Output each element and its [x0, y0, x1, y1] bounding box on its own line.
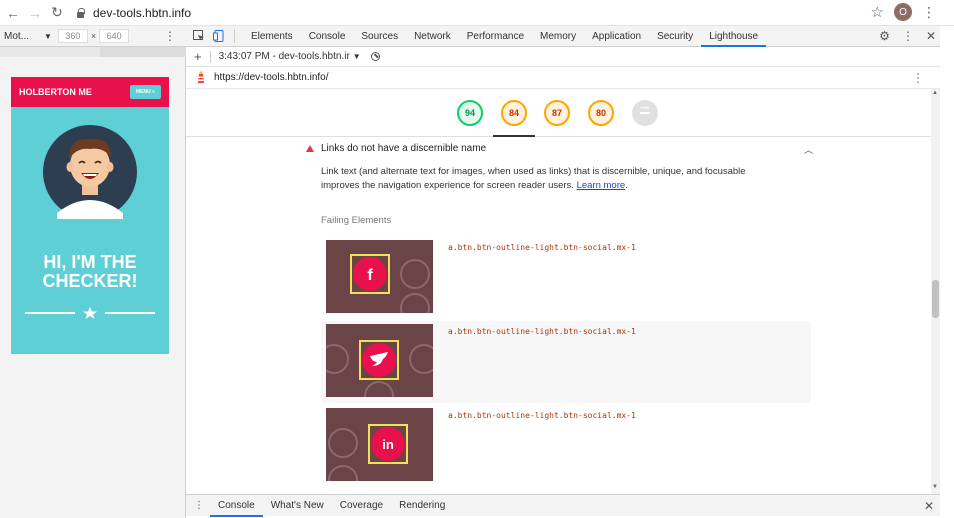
lighthouse-logo-icon [198, 71, 204, 83]
devtools-menu-icon[interactable]: ⋮ [902, 29, 914, 43]
forward-arrow-icon[interactable]: → [26, 4, 44, 22]
width-input[interactable]: 360 [57, 29, 88, 43]
report-caret-icon[interactable]: ▼ [353, 52, 361, 61]
tab-lighthouse[interactable]: Lighthouse [701, 26, 767, 47]
address-bar[interactable]: dev-tools.hbtn.info [76, 6, 191, 20]
device-more-icon[interactable]: ⋮ [164, 29, 176, 43]
hero-line-2: CHECKER! [42, 271, 138, 291]
element-screenshot: f [326, 240, 433, 313]
dimension-separator: × [90, 31, 97, 41]
drawer-tab-console[interactable]: Console [210, 495, 263, 517]
devtools-tab-bar: Elements Console Sources Network Perform… [186, 26, 940, 47]
clear-reports-icon[interactable] [370, 52, 380, 61]
reload-icon[interactable]: ↻ [48, 4, 66, 22]
fail-triangle-icon [306, 145, 314, 152]
score-gauge-performance[interactable]: 94 [457, 100, 483, 126]
scroll-down-icon[interactable]: ▼ [932, 484, 938, 490]
audit-title: Links do not have a discernible name [321, 143, 487, 154]
element-screenshot [326, 324, 433, 397]
score-gauge-seo[interactable]: 80 [588, 100, 614, 126]
tab-sources[interactable]: Sources [353, 26, 406, 47]
inspect-element-icon[interactable] [192, 29, 206, 43]
device-toolbar: Mot... ▼ 360 × 640 ⋮ [0, 26, 186, 47]
score-gauge-pwa[interactable]: PWA [632, 100, 658, 126]
lighthouse-url-bar: https://dev-tools.hbtn.info/ ⋮ [186, 67, 940, 89]
tab-network[interactable]: Network [406, 26, 459, 47]
browser-menu-icon[interactable]: ⋮ [922, 4, 936, 21]
address-text: dev-tools.hbtn.info [93, 5, 192, 20]
drawer-tab-whats-new[interactable]: What's New [263, 495, 332, 517]
emulated-page: HOLBERTON ME MENU ≡ HI, I'M THE CHECKER! [11, 77, 169, 354]
learn-more-link[interactable]: Learn more [577, 180, 626, 191]
height-input[interactable]: 640 [99, 29, 130, 43]
settings-gear-icon[interactable]: ⚙ [879, 29, 890, 43]
report-url[interactable]: https://dev-tools.hbtn.info/ [214, 72, 329, 83]
report-toolbar: + 3:43:07 PM - dev-tools.hbtn.ir ▼ [186, 47, 940, 67]
bookmark-star-icon[interactable]: ☆ [871, 3, 884, 21]
tab-separator [234, 29, 235, 43]
failing-element-row[interactable]: in a.btn.btn-outline-light.btn-social.mx… [321, 405, 811, 487]
audit-header[interactable]: Links do not have a discernible name [306, 143, 486, 154]
failing-selector: a.btn.btn-outline-light.btn-social.mx-1 [448, 411, 636, 420]
tab-performance[interactable]: Performance [459, 26, 532, 47]
drawer-tab-rendering[interactable]: Rendering [391, 495, 453, 517]
device-toggle-icon[interactable] [212, 29, 226, 43]
lock-icon [76, 7, 85, 18]
avatar-illustration [43, 125, 137, 219]
scroll-up-icon[interactable]: ▲ [932, 90, 938, 96]
tab-application[interactable]: Application [584, 26, 649, 47]
pwa-badge-icon: PWA [640, 105, 650, 114]
failing-elements-heading: Failing Elements [321, 215, 392, 226]
device-select[interactable]: Mot... [4, 31, 42, 42]
audit-description: Link text (and alternate text for images… [321, 166, 746, 191]
hero-line-1: HI, I'M THE [43, 252, 137, 272]
device-viewport: HOLBERTON ME MENU ≡ HI, I'M THE CHECKER! [0, 47, 186, 518]
element-screenshot: in [326, 408, 433, 481]
report-select[interactable]: 3:43:07 PM - dev-tools.hbtn.ir [219, 51, 350, 62]
tab-elements[interactable]: Elements [243, 26, 301, 47]
new-report-icon[interactable]: + [194, 49, 202, 64]
star-icon [83, 307, 97, 319]
failing-element-row[interactable]: a.btn.btn-outline-light.btn-social.mx-1 [321, 321, 811, 403]
site-menu-button[interactable]: MENU ≡ [129, 85, 161, 99]
hero-heading: HI, I'M THE CHECKER! [11, 253, 169, 291]
collapse-chevron-icon[interactable]: ︿ [804, 143, 813, 156]
tab-console[interactable]: Console [301, 26, 354, 47]
audit-details: Links do not have a discernible name ︿ L… [186, 137, 931, 494]
site-brand[interactable]: HOLBERTON ME [19, 87, 92, 97]
drawer-tab-coverage[interactable]: Coverage [332, 495, 391, 517]
device-caret-icon[interactable]: ▼ [44, 32, 52, 41]
media-query-bar[interactable] [0, 47, 186, 57]
failing-element-row[interactable]: f a.btn.btn-outline-light.btn-social.mx-… [321, 237, 811, 319]
devtools-drawer: ⋮ Console What's New Coverage Rendering … [186, 494, 940, 517]
failing-selector: a.btn.btn-outline-light.btn-social.mx-1 [448, 327, 636, 336]
close-drawer-icon[interactable]: ✕ [924, 499, 934, 513]
svg-text:in: in [382, 437, 394, 452]
tab-memory[interactable]: Memory [532, 26, 584, 47]
star-divider [25, 307, 155, 319]
svg-text:f: f [367, 267, 373, 284]
back-arrow-icon[interactable]: ← [4, 4, 22, 22]
audit-description-text: Link text (and alternate text for images… [321, 166, 746, 191]
browser-toolbar: ← → ↻ dev-tools.hbtn.info ☆ O ⋮ [0, 0, 954, 26]
scrollbar-thumb[interactable] [932, 280, 939, 318]
score-gauge-best-practices[interactable]: 87 [544, 100, 570, 126]
svg-text:PWA: PWA [640, 105, 649, 110]
report-separator [209, 50, 211, 63]
tab-security[interactable]: Security [649, 26, 701, 47]
site-header: HOLBERTON ME MENU ≡ [11, 77, 169, 107]
score-gauges: 94 84 87 80 PWA [186, 89, 931, 137]
failing-selector: a.btn.btn-outline-light.btn-social.mx-1 [448, 243, 636, 252]
drawer-menu-icon[interactable]: ⋮ [194, 500, 204, 511]
report-menu-icon[interactable]: ⋮ [912, 71, 924, 85]
close-devtools-icon[interactable]: ✕ [926, 29, 936, 43]
score-gauge-accessibility[interactable]: 84 [501, 100, 527, 126]
profile-avatar[interactable]: O [894, 3, 912, 21]
